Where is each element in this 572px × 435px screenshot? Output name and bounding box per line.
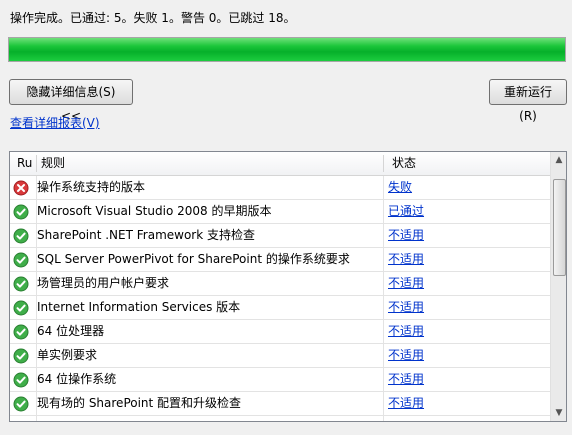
table-row[interactable]: 场管理员的用户帐户要求 不适用 bbox=[10, 272, 550, 296]
rule-name: SharePoint .NET Framework 支持检查 bbox=[37, 228, 255, 242]
pass-icon bbox=[13, 372, 29, 388]
vertical-scrollbar[interactable]: ▲ ▼ bbox=[550, 152, 566, 421]
rerun-button[interactable]: 重新运行(R) bbox=[489, 79, 567, 123]
table-row[interactable]: 64 位处理器 不适用 bbox=[10, 320, 550, 344]
scrollbar-thumb[interactable] bbox=[553, 179, 566, 276]
rule-name: 64 位处理器 bbox=[37, 324, 105, 338]
rule-status-link[interactable]: 失败 bbox=[388, 176, 412, 199]
rule-name: 64 位操作系统 bbox=[37, 372, 117, 386]
scroll-down-icon[interactable]: ▼ bbox=[551, 405, 566, 421]
rule-name: 单实例要求 bbox=[37, 348, 98, 362]
column-divider[interactable] bbox=[36, 155, 37, 172]
table-row[interactable]: 操作系统支持的版本 失败 bbox=[10, 176, 550, 200]
rule-name: 现有场的 SharePoint 配置和升级检查 bbox=[37, 396, 242, 410]
rule-status-link[interactable]: 不适用 bbox=[388, 392, 424, 415]
rule-name: SQL Server PowerPivot for SharePoint 的操作… bbox=[37, 252, 350, 266]
rule-name: Microsoft Visual Studio 2008 的早期版本 bbox=[37, 204, 272, 218]
rule-status-link[interactable]: 不适用 bbox=[388, 368, 424, 391]
column-gridline bbox=[36, 176, 37, 421]
table-row[interactable]: 现有场的 SharePoint 配置和升级检查 不适用 bbox=[10, 392, 550, 416]
table-row[interactable]: 单实例要求 不适用 bbox=[10, 344, 550, 368]
pass-icon bbox=[13, 276, 29, 292]
rule-status-link[interactable]: 已通过 bbox=[388, 200, 424, 223]
rule-status-link[interactable]: 不适用 bbox=[388, 296, 424, 319]
column-divider[interactable] bbox=[383, 155, 384, 172]
column-gridline bbox=[383, 176, 384, 421]
pass-icon bbox=[13, 300, 29, 316]
rule-status-link[interactable]: 不适用 bbox=[388, 344, 424, 367]
pass-icon bbox=[13, 252, 29, 268]
column-header-status[interactable]: 状态 bbox=[392, 152, 416, 175]
view-report-link[interactable]: 查看详细报表(V) bbox=[10, 114, 100, 131]
pass-icon bbox=[13, 348, 29, 364]
pass-icon bbox=[13, 396, 29, 412]
error-icon bbox=[13, 180, 29, 196]
progress-fill bbox=[9, 38, 565, 61]
rule-name: 操作系统支持的版本 bbox=[37, 180, 146, 194]
rule-status-link[interactable]: 不适用 bbox=[388, 248, 424, 271]
table-row[interactable]: SharePoint .NET Framework 支持检查 不适用 bbox=[10, 224, 550, 248]
status-summary: 操作完成。已通过: 5。失败 1。警告 0。已跳过 18。 bbox=[10, 11, 296, 25]
rule-status-link[interactable]: 不适用 bbox=[388, 320, 424, 343]
rule-name: Internet Information Services 版本 bbox=[37, 300, 241, 314]
table-row[interactable]: Microsoft Visual Studio 2008 的早期版本 已通过 bbox=[10, 200, 550, 224]
rule-name: 场管理员的用户帐户要求 bbox=[37, 276, 170, 290]
table-row[interactable]: SQL Server PowerPivot for SharePoint 的操作… bbox=[10, 248, 550, 272]
progress-bar bbox=[8, 37, 566, 62]
table-row[interactable]: 64 位操作系统 不适用 bbox=[10, 368, 550, 392]
pass-icon bbox=[13, 204, 29, 220]
pass-icon bbox=[13, 324, 29, 340]
column-header-rule[interactable]: 规则 bbox=[41, 152, 65, 175]
grid-header: Ru 规则 状态 bbox=[10, 152, 550, 176]
pass-icon bbox=[13, 228, 29, 244]
hide-details-button[interactable]: 隐藏详细信息(S) << bbox=[9, 79, 133, 123]
rule-status-link[interactable]: 不适用 bbox=[388, 224, 424, 247]
rules-list: 操作系统支持的版本 失败 Microsoft Visual Studio 2008 … bbox=[10, 176, 550, 416]
rules-grid: Ru 规则 状态 操作系统支持的版本 失败 Microsoft Visual Stu… bbox=[9, 151, 567, 422]
table-row[interactable]: Internet Information Services 版本 不适用 bbox=[10, 296, 550, 320]
rule-status-link[interactable]: 不适用 bbox=[388, 272, 424, 295]
column-header-ru[interactable]: Ru bbox=[17, 152, 32, 175]
scroll-up-icon[interactable]: ▲ bbox=[551, 152, 566, 168]
